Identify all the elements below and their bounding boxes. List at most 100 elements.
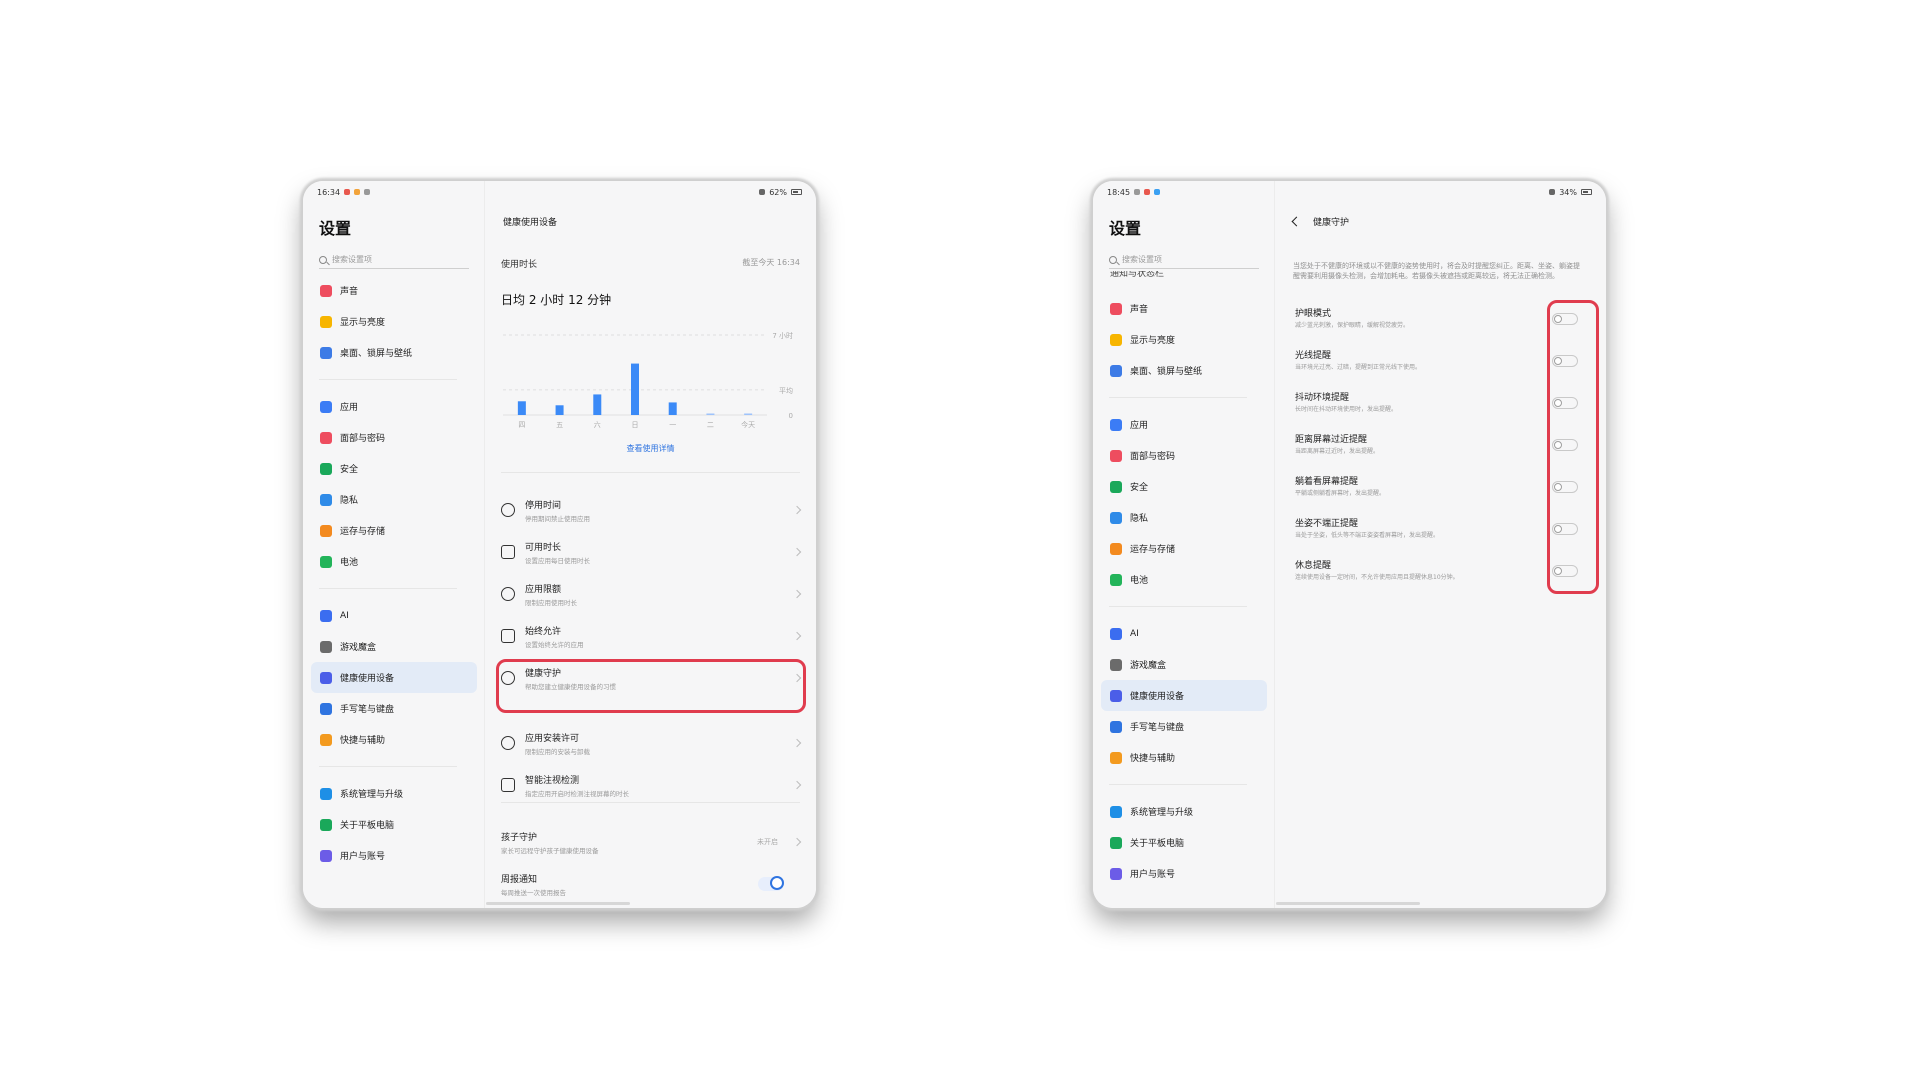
setting-title: 休息提醒 (1295, 561, 1332, 571)
info-icon (320, 818, 332, 831)
sidebar-item-label: 面部与密码 (340, 434, 386, 444)
sidebar-item[interactable]: 安全 (1101, 471, 1267, 502)
usage-label: 使用时长 (501, 260, 538, 270)
sidebar-item-label: 用户与账号 (1130, 870, 1176, 880)
chart-bar[interactable] (631, 363, 639, 415)
shield-icon (1110, 480, 1122, 493)
chevron-right-icon (792, 631, 802, 641)
sidebar-item[interactable]: AI (1101, 618, 1267, 649)
sidebar-item[interactable]: 用户与账号 (311, 840, 477, 871)
sidebar-item[interactable]: 快捷与辅助 (1101, 742, 1267, 773)
sidebar-item-label: 隐私 (1130, 514, 1149, 524)
sidebar-item-label: 显示与亮度 (1130, 336, 1176, 346)
row-title: 停用时间 (525, 500, 562, 511)
sidebar-item[interactable]: 桌面、锁屏与壁纸 (1101, 355, 1267, 386)
usage-chart-svg: 7 小时平均 0 四 五 六 日 一 二 今天 (503, 331, 793, 429)
sidebar-item[interactable]: 声音 (1101, 293, 1267, 324)
sidebar-item-label: 电池 (340, 558, 359, 568)
x-tick-label: 四 (518, 421, 525, 429)
chevron-right-icon (792, 589, 802, 599)
sidebar-item[interactable]: 运存与存储 (1101, 533, 1267, 564)
battery-percent: 62% (769, 187, 787, 197)
sidebar-nav: 声音 显示与亮度 桌面、锁屏与壁纸 应用面部与密码安全隐私运存与存储电池 AI 游戏魔盒健… (311, 275, 477, 871)
setting-row: 光线提醒 当环境光过亮、过暗，提醒到正常光线下使用。 (1295, 340, 1588, 382)
search-input[interactable]: 搜索设置项 (1109, 251, 1259, 269)
sidebar-title: 设置 (1109, 219, 1142, 238)
settings-row[interactable]: 可用时长 设置应用每日使用时长 (501, 531, 802, 573)
sidebar-item[interactable]: AI (311, 600, 477, 631)
sidebar-item[interactable]: 应用 (1101, 409, 1267, 440)
screenshot-stage: 16:34 62% 设置 搜索设置项 声音 显示与亮度 桌面、锁屏与壁纸 应用 面部与密… (0, 0, 1920, 1080)
sidebar-item[interactable]: 安全 (311, 453, 477, 484)
clipped-sidebar-item[interactable]: 通知与状态栏 (1110, 271, 1164, 281)
settings-row[interactable]: 始终允许 设置始终允许的应用 (501, 615, 802, 657)
pen-icon (1110, 720, 1122, 733)
sidebar-item[interactable]: 显示与亮度 (1101, 324, 1267, 355)
speaker-icon (1110, 302, 1122, 315)
wallpaper-icon (320, 346, 332, 359)
sidebar-item-label: 声音 (1130, 305, 1149, 315)
sidebar-item-label: 用户与账号 (340, 852, 386, 862)
sidebar-title: 设置 (319, 219, 352, 238)
battery-icon (1110, 573, 1122, 586)
sidebar-item[interactable]: 手写笔与键盘 (311, 693, 477, 724)
sidebar-item[interactable]: 桌面、锁屏与壁纸 (311, 337, 477, 368)
sidebar-item-label: 运存与存储 (1130, 545, 1176, 555)
sun-icon (320, 315, 332, 328)
sidebar-item[interactable]: 快捷与辅助 (311, 724, 477, 755)
sidebar-item[interactable]: 系统管理与升级 (311, 778, 477, 809)
shield-icon (320, 462, 332, 475)
chart-bar[interactable] (668, 402, 677, 415)
row-text: 停用时间 停用期间禁止使用应用 (525, 498, 784, 523)
usage-average: 日均 2 小时 12 分钟 (501, 293, 612, 307)
settings-row[interactable]: 智能注视检测 指定应用开启时检测注视屏幕的时长 (501, 764, 802, 806)
sidebar-item[interactable]: 运存与存储 (311, 515, 477, 546)
sidebar-item[interactable]: 健康使用设备 (311, 662, 477, 693)
sidebar-item[interactable]: 面部与密码 (1101, 440, 1267, 471)
setting-row: 休息提醒 连续使用设备一定时间，不允许使用应用且提醒休息10分钟。 (1295, 550, 1588, 592)
x-tick-label: 二 (707, 421, 714, 429)
row-title: 周报通知 (501, 874, 538, 885)
sidebar-item[interactable]: 隐私 (1101, 502, 1267, 533)
weekly-report-row[interactable]: 周报通知 每周推送一次使用报告 (501, 863, 800, 905)
sidebar-item[interactable]: 关于平板电脑 (311, 809, 477, 840)
divider (501, 472, 800, 473)
search-input[interactable]: 搜索设置项 (319, 251, 469, 269)
sidebar-item[interactable]: 游戏魔盒 (1101, 649, 1267, 680)
nav-divider (1109, 784, 1247, 785)
weekly-report-toggle[interactable] (758, 876, 784, 891)
storage-icon (320, 524, 332, 537)
sidebar-item[interactable]: 系统管理与升级 (1101, 796, 1267, 827)
setting-title: 躺着看屏幕提醒 (1295, 477, 1359, 487)
sidebar-item[interactable]: 显示与亮度 (311, 306, 477, 337)
usage-chart[interactable]: 7 小时 平均 0 四 五 六 日 一 二 今天 (499, 327, 799, 462)
back-arrow-icon[interactable] (1291, 216, 1302, 227)
settings-row[interactable]: 应用安装许可 限制应用的安装与卸载 (501, 722, 802, 764)
divider (501, 802, 800, 803)
sidebar-item[interactable]: 用户与账号 (1101, 858, 1267, 889)
search-placeholder: 搜索设置项 (1122, 255, 1162, 264)
settings-row[interactable]: 应用限额 限制应用使用时长 (501, 573, 802, 615)
sidebar-item[interactable]: 电池 (1101, 564, 1267, 595)
sidebar-item[interactable]: 关于平板电脑 (1101, 827, 1267, 858)
sidebar-item[interactable]: 声音 (311, 275, 477, 306)
sidebar-item[interactable]: 面部与密码 (311, 422, 477, 453)
settings-row[interactable]: 停用时间 停用期间禁止使用应用 (501, 489, 802, 531)
chart-bar[interactable] (744, 413, 753, 416)
sidebar-item-label: 关于平板电脑 (340, 821, 395, 831)
chart-bar[interactable] (517, 401, 526, 415)
sidebar-item-label: 隐私 (340, 496, 359, 506)
sidebar-item[interactable]: 健康使用设备 (1101, 680, 1267, 711)
sidebar-item[interactable]: 电池 (311, 546, 477, 577)
chart-bar[interactable] (593, 394, 602, 415)
sidebar-item[interactable]: 隐私 (311, 484, 477, 515)
sidebar-item[interactable]: 手写笔与键盘 (1101, 711, 1267, 742)
child-guard-row[interactable]: 孩子守护 家长可远程守护孩子健康使用设备 未开启 (501, 821, 802, 863)
system-icon (1110, 805, 1122, 818)
chart-bar[interactable] (555, 405, 564, 415)
sidebar-item[interactable]: 游戏魔盒 (311, 631, 477, 662)
sidebar-item[interactable]: 应用 (311, 391, 477, 422)
view-usage-details-link[interactable]: 查看使用详情 (485, 443, 816, 454)
apps-icon (1110, 418, 1122, 431)
chart-bar[interactable] (706, 413, 715, 416)
